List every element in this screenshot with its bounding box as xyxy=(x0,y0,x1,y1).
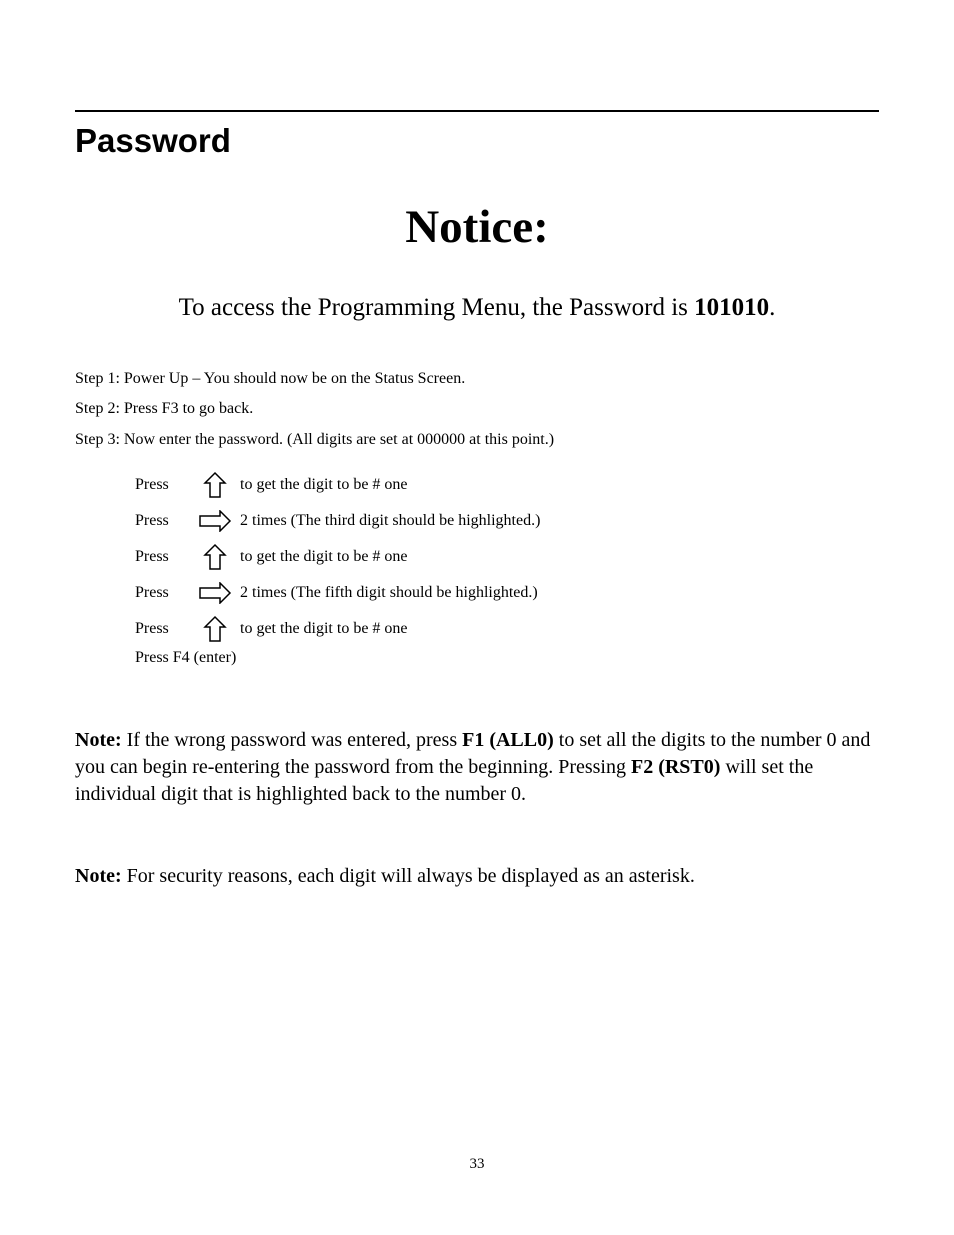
press-desc: to get the digit to be # one xyxy=(240,476,879,494)
press-label: Press xyxy=(135,548,190,566)
press-label: Press xyxy=(135,584,190,602)
step-2: Step 2: Press F3 to go back. xyxy=(75,394,879,424)
notice-heading: Notice: xyxy=(75,200,879,254)
press-desc: to get the digit to be # one xyxy=(240,548,879,566)
note-text: If the wrong password was entered, press xyxy=(122,729,462,751)
arrow-up-icon xyxy=(190,615,240,643)
page-number: 33 xyxy=(0,1156,954,1173)
document-page: Password Notice: To access the Programmi… xyxy=(0,0,954,1235)
access-line: To access the Programming Menu, the Pass… xyxy=(75,294,879,322)
arrow-up-icon xyxy=(190,471,240,499)
arrow-up-icon xyxy=(190,543,240,571)
note-1: Note: If the wrong password was entered,… xyxy=(75,727,879,808)
press-desc: to get the digit to be # one xyxy=(240,620,879,638)
access-password: 101010 xyxy=(694,294,769,321)
arrow-right-icon xyxy=(190,510,240,532)
press-label: Press xyxy=(135,512,190,530)
press-desc: 2 times (The third digit should be highl… xyxy=(240,512,879,530)
arrow-right-icon xyxy=(190,582,240,604)
press-row: Press to get the digit to be # one xyxy=(135,611,879,647)
press-row: Press 2 times (The fifth digit should be… xyxy=(135,575,879,611)
press-row: Press 2 times (The third digit should be… xyxy=(135,503,879,539)
step-1: Step 1: Power Up – You should now be on … xyxy=(75,364,879,394)
press-table: Press to get the digit to be # one Press… xyxy=(135,467,879,647)
press-label: Press xyxy=(135,620,190,638)
access-suffix: . xyxy=(769,294,775,321)
note-text: For security reasons, each digit will al… xyxy=(122,865,695,887)
press-row: Press to get the digit to be # one xyxy=(135,539,879,575)
note-2: Note: For security reasons, each digit w… xyxy=(75,863,879,890)
step-3: Step 3: Now enter the password. (All dig… xyxy=(75,425,879,455)
note-key-f2: F2 (RST0) xyxy=(631,756,720,778)
note-key-f1: F1 (ALL0) xyxy=(462,729,554,751)
steps-block: Step 1: Power Up – You should now be on … xyxy=(75,364,879,455)
press-row: Press to get the digit to be # one xyxy=(135,467,879,503)
note-lead: Note: xyxy=(75,729,122,751)
press-label: Press xyxy=(135,476,190,494)
press-final: Press F4 (enter) xyxy=(135,649,879,667)
access-prefix: To access the Programming Menu, the Pass… xyxy=(179,294,695,321)
press-desc: 2 times (The fifth digit should be highl… xyxy=(240,584,879,602)
note-lead: Note: xyxy=(75,865,122,887)
horizontal-rule xyxy=(75,110,879,112)
section-heading: Password xyxy=(75,122,879,160)
